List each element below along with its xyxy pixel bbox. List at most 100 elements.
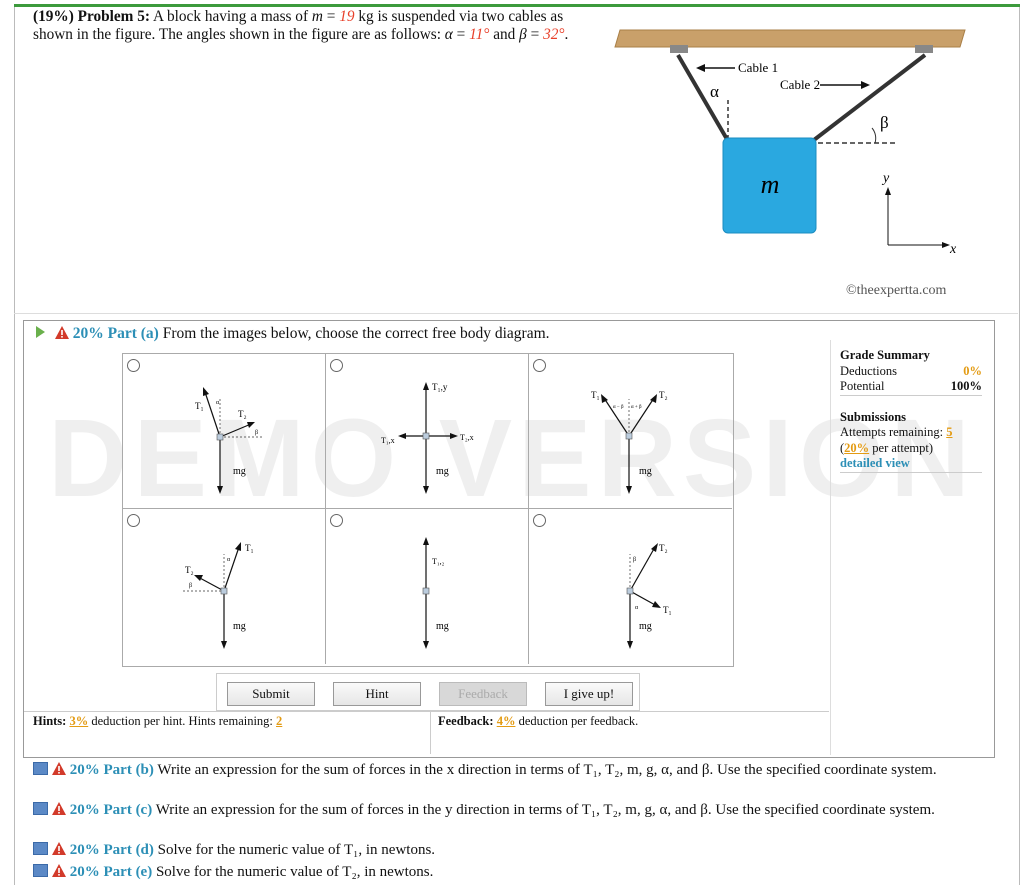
part-e[interactable]: 20% Part (e) Solve for the numeric value… [33, 862, 983, 882]
svg-text:mg: mg [436, 466, 449, 477]
part-b-label: 20% Part (b) [69, 762, 154, 778]
fbd-diagram-2: T₁,y T₁,x T₂,x mg [381, 382, 474, 494]
fbd-option-2[interactable]: T₁,y T₁,x T₂,x mg [326, 354, 529, 509]
fbd-radio-1[interactable] [127, 359, 140, 372]
cable-1-label: Cable 1 [738, 60, 778, 75]
part-d-text: Solve for the numeric value of T₁, in ne… [157, 842, 436, 858]
deductions-value: 0% [963, 363, 982, 378]
svg-text:T₂: T₂ [185, 565, 194, 575]
part-e-text: Solve for the numeric value of T₂, in ne… [155, 864, 434, 880]
alpha-value: 11 [469, 26, 484, 43]
hints-separator [24, 711, 829, 712]
grade-summary-title: Grade Summary [840, 348, 930, 362]
svg-text:β: β [633, 557, 636, 563]
mass-symbol: m [311, 8, 323, 25]
svg-text:T₂: T₂ [238, 409, 247, 419]
fbd-option-4[interactable]: T₁ T₂ α β mg [123, 509, 326, 664]
svg-text:mg: mg [639, 621, 652, 632]
hints-info: Hints: 3% deduction per hint. Hints rema… [33, 714, 282, 729]
svg-text:mg: mg [233, 621, 246, 632]
fbd-option-3[interactable]: T₁ T₂ α − β α + β mg [529, 354, 732, 509]
svg-text:T₂,x: T₂,x [460, 433, 474, 442]
per-attempt-label: per attempt) [872, 440, 934, 455]
svg-text:mg: mg [639, 466, 652, 477]
give-up-button[interactable]: I give up! [545, 682, 633, 706]
fbd-radio-3[interactable] [533, 359, 546, 372]
hint-button[interactable]: Hint [333, 682, 421, 706]
problem-statement: (19%) Problem 5: A block having a mass o… [33, 8, 569, 43]
fbd-diagram-4: T₁ T₂ α β mg [183, 542, 254, 649]
feedback-button[interactable]: Feedback [439, 682, 527, 706]
hints-percent: 3% [69, 714, 89, 728]
svg-text:T₁,x: T₁,x [381, 436, 395, 445]
svg-text:α: α [227, 557, 231, 563]
fbd-radio-2[interactable] [330, 359, 343, 372]
fbd-diagram-6: T₂ T₁ β α mg [626, 543, 672, 649]
beta-value: 32 [543, 26, 559, 43]
part-d-label: 20% Part (d) [69, 842, 154, 858]
separator [14, 313, 1018, 314]
equals-sign: = [326, 8, 336, 25]
beta-arc [871, 127, 877, 144]
copyright: ©theexpertta.com [846, 283, 947, 298]
svg-text:mg: mg [436, 621, 449, 632]
alpha-label: α [710, 82, 719, 101]
svg-text:α − β: α − β [613, 405, 624, 410]
part-d[interactable]: 20% Part (d) Solve for the numeric value… [33, 840, 983, 860]
warning-icon [52, 864, 66, 877]
hints-feedback-divider [430, 712, 431, 754]
feedback-text: deduction per feedback. [518, 714, 639, 728]
potential-label: Potential [840, 379, 885, 393]
part-icon [33, 802, 48, 815]
fbd-option-5[interactable]: T₁,₂ mg [326, 509, 529, 664]
warning-icon [54, 326, 69, 339]
ceiling [614, 29, 966, 48]
part-b[interactable]: 20% Part (b) Write an expression for the… [33, 760, 983, 780]
fbd-option-1[interactable]: T₁ T₂ α β mg [123, 354, 326, 509]
problem-text-1: A block having a mass of [152, 8, 309, 25]
feedback-info: Feedback: 4% deduction per feedback. [438, 714, 638, 729]
fbd-radio-4[interactable] [127, 514, 140, 527]
problem-figure: m Cable 1 Cable 2 α β y x [614, 29, 966, 257]
sidebar-divider [830, 340, 831, 755]
and-word: and [493, 26, 516, 43]
svg-text:α: α [216, 400, 220, 406]
warning-icon [52, 762, 66, 775]
per-attempt-value: 20% [844, 440, 870, 455]
part-a-header: 20% Part (a) From the images below, choo… [36, 325, 550, 343]
alpha-symbol: α [444, 26, 453, 43]
fbd-diagram-5: T₁,₂ mg [422, 537, 449, 649]
fbd-option-6[interactable]: T₂ T₁ β α mg [529, 509, 732, 664]
detailed-view-link[interactable]: detailed view [840, 456, 910, 470]
part-c-text: Write an expression for the sum of force… [155, 802, 935, 818]
svg-text:β: β [255, 430, 258, 436]
x-axis-label: x [949, 242, 957, 257]
part-icon [33, 864, 48, 877]
svg-text:α: α [635, 605, 639, 611]
svg-text:T₁: T₁ [245, 543, 254, 553]
fbd-diagram-3: T₁ T₂ α − β α + β mg [591, 390, 668, 494]
part-c[interactable]: 20% Part (c) Write an expression for the… [33, 800, 983, 820]
fbd-radio-5[interactable] [330, 514, 343, 527]
feedback-percent: 4% [496, 714, 516, 728]
block-label: m [761, 170, 780, 199]
cable-2-label: Cable 2 [780, 77, 820, 92]
submit-button[interactable]: Submit [227, 682, 315, 706]
fbd-options-grid: T₁ T₂ α β mg T₁,y T₁,x T₂,x mg T₁ T₂ α −… [122, 353, 734, 667]
cable-2-line [808, 53, 927, 145]
svg-text:T₁,y: T₁,y [432, 382, 448, 392]
warning-icon [52, 802, 66, 815]
potential-value: 100% [950, 379, 982, 393]
svg-text:T₂: T₂ [659, 390, 668, 400]
part-icon [33, 762, 48, 775]
grade-summary: Grade Summary Deductions 0% Potential 100%… [840, 348, 982, 473]
expand-arrow-icon[interactable] [36, 326, 45, 338]
warning-icon [52, 842, 66, 855]
fbd-radio-6[interactable] [533, 514, 546, 527]
svg-text:β: β [189, 583, 192, 589]
anchor-right [915, 45, 933, 53]
svg-text:T₁: T₁ [591, 390, 600, 400]
mass-value: 19 [339, 8, 355, 25]
attempts-label: Attempts remaining: [840, 425, 944, 439]
feedback-label: Feedback: [438, 714, 494, 728]
